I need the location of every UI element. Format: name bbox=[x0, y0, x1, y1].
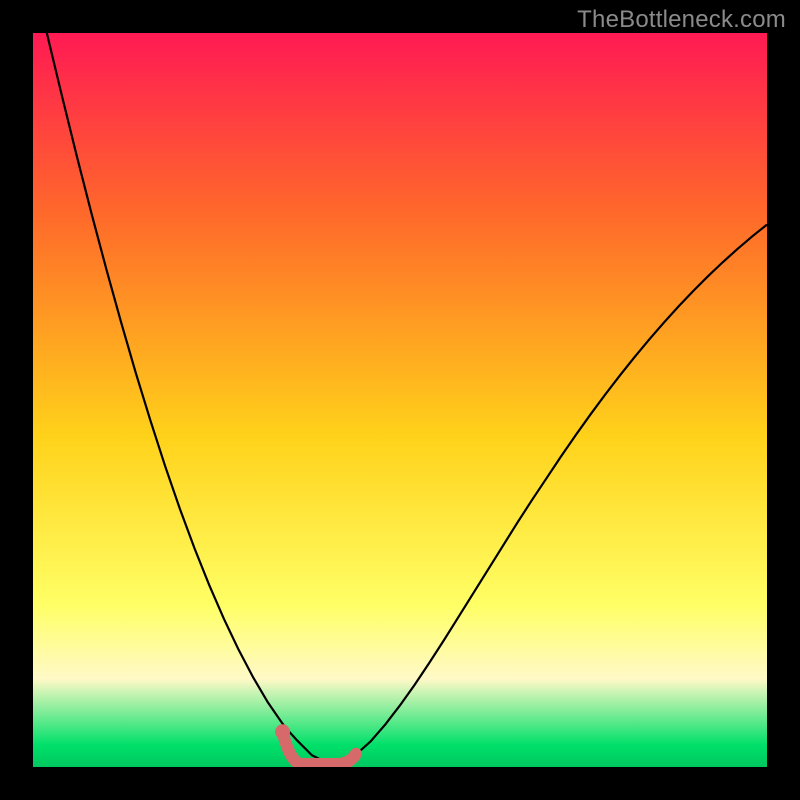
bottleneck-chart bbox=[33, 33, 767, 767]
optimal-region-start-dot bbox=[275, 724, 290, 739]
watermark-text: TheBottleneck.com bbox=[577, 6, 786, 34]
